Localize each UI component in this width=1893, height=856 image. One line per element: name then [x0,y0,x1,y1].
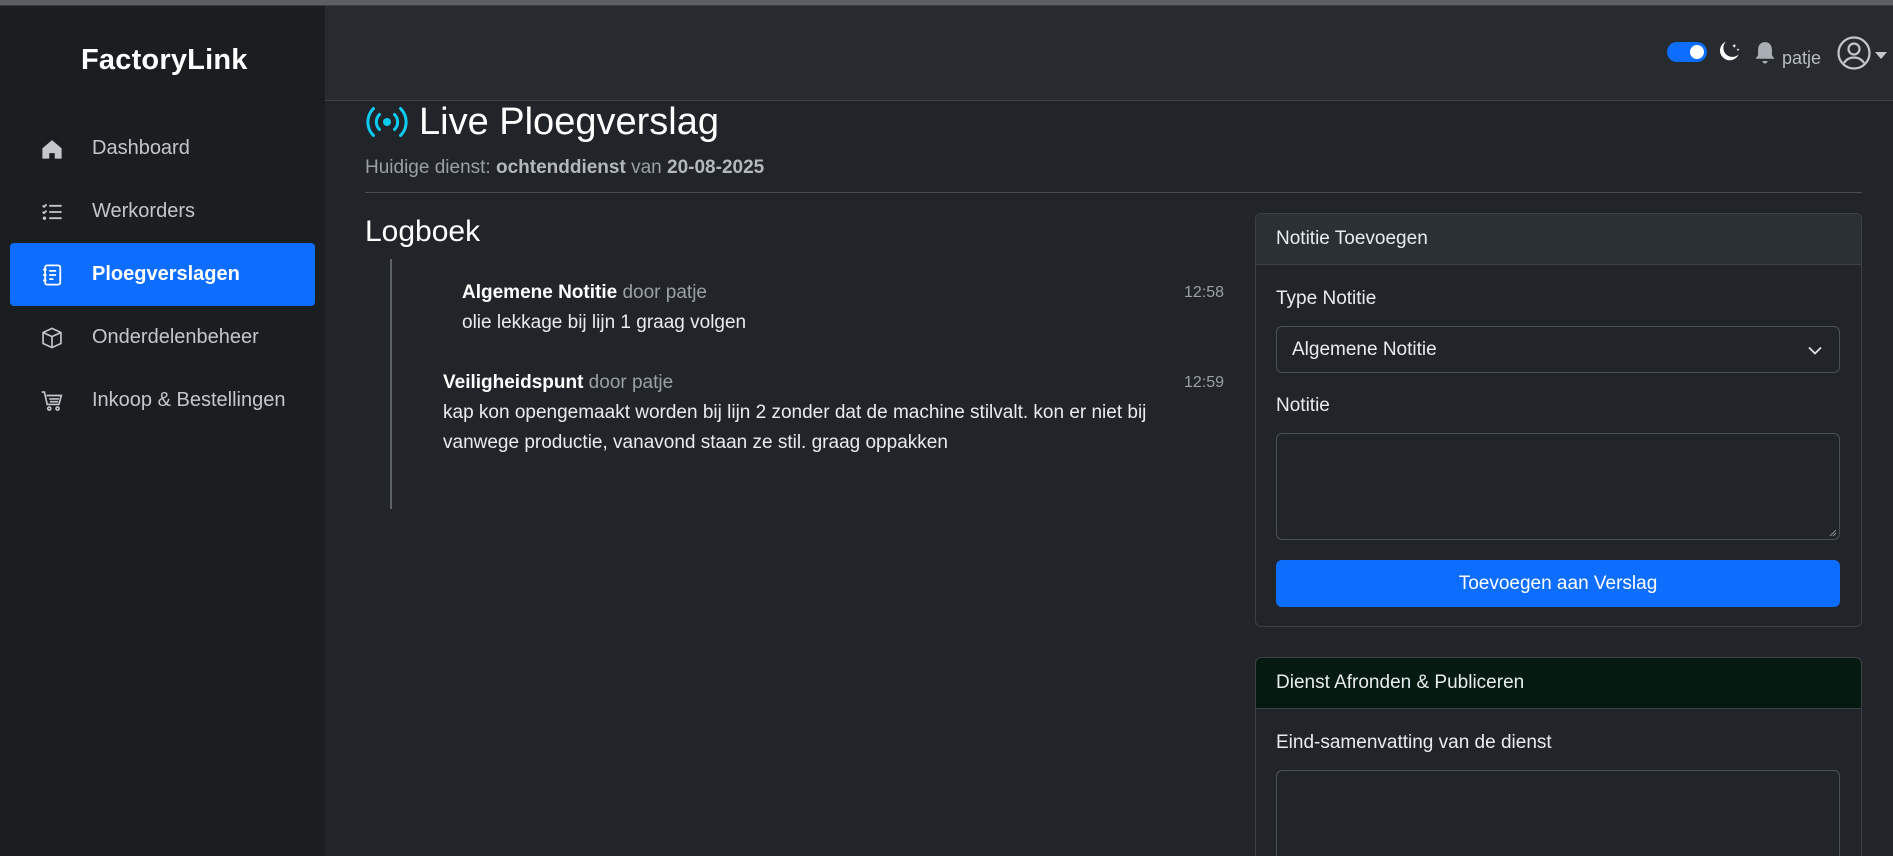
username-label[interactable]: patje [1782,48,1821,69]
sidebar-item-ploegverslagen[interactable]: Ploegverslagen [10,243,315,306]
log-entry: Veiligheidspunt door patje kap kon openg… [443,368,1225,458]
sidebar-item-label: Ploegverslagen [92,263,240,285]
add-note-card-header: Notitie Toevoegen [1256,214,1861,265]
entry-time: 12:58 [1184,284,1225,301]
page-title: Live Ploegverslag [419,101,719,143]
sidebar-item-label: Dashboard [92,137,190,159]
box-icon [40,326,64,350]
brand-logo[interactable]: FactoryLink [81,44,248,77]
broadcast-icon [366,107,408,137]
list-icon [40,200,64,224]
sidebar-item-inkoop[interactable]: Inkoop & Bestellingen [10,369,315,432]
resize-grip-icon[interactable] [1827,527,1837,537]
shift-subtitle: Huidige dienst: ochtenddienst van 20-08-… [365,157,764,179]
cart-icon [40,389,64,413]
entry-text: kap kon opengemaakt worden bij lijn 2 zo… [443,402,1147,423]
user-avatar-icon[interactable] [1837,36,1871,70]
sidebar-item-label: Inkoop & Bestellingen [92,389,286,411]
sidebar-item-label: Werkorders [92,200,195,222]
entry-time: 12:59 [1184,374,1225,391]
entry-type: Algemene Notitie [462,282,618,303]
logboek-title: Logboek [365,215,481,248]
toggle-knob [1690,45,1704,59]
add-note-card: Notitie Toevoegen Type Notitie Algemene … [1255,213,1862,627]
note-textarea[interactable] [1276,433,1840,540]
shift-name: ochtenddienst [495,157,626,178]
summary-label: Eind-samenvatting van de dienst [1276,732,1552,753]
main-content: Live Ploegverslag Huidige dienst: ochten… [325,101,1893,856]
sidebar-item-label: Onderdelenbeheer [92,326,259,348]
home-icon [40,137,64,161]
finish-shift-card-header: Dienst Afronden & Publiceren [1256,658,1861,709]
note-label: Notitie [1276,395,1330,416]
add-to-report-button[interactable]: Toevoegen aan Verslag [1276,560,1840,607]
timeline-line [390,259,392,509]
chevron-down-icon [1808,346,1822,355]
finish-shift-card: Dienst Afronden & Publiceren Eind-samenv… [1255,657,1862,856]
entry-text: vanwege productie, vanavond staan ze sti… [443,432,948,453]
subtitle-prefix: Huidige dienst: [365,157,496,178]
sidebar-nav: Dashboard Werkorders Ploegverslagen Onde… [10,117,315,432]
shift-date: 20-08-2025 [667,157,765,178]
entry-type: Veiligheidspunt [443,372,584,393]
chevron-down-icon[interactable] [1875,52,1887,59]
journal-icon [40,263,64,287]
entry-author: door patje [583,372,674,393]
log-entry: Algemene Notitie door patje olie lekkage… [462,278,1225,338]
note-type-select[interactable]: Algemene Notitie [1276,326,1840,373]
sidebar-item-onderdelenbeheer[interactable]: Onderdelenbeheer [10,306,315,369]
bell-icon[interactable] [1753,40,1777,66]
sidebar: FactoryLink Dashboard Werkorders Ploegve… [0,6,325,856]
summary-textarea[interactable] [1276,770,1840,856]
note-type-value: Algemene Notitie [1292,338,1437,360]
sidebar-item-dashboard[interactable]: Dashboard [10,117,315,180]
entry-text: olie lekkage bij lijn 1 graag volgen [462,312,747,333]
entry-author: door patje [617,282,707,303]
divider [365,192,1862,193]
moon-stars-icon [1720,41,1740,61]
sidebar-item-werkorders[interactable]: Werkorders [10,180,315,243]
subtitle-mid: van [625,157,668,178]
page-title-row: Live Ploegverslag [365,101,719,143]
note-type-label: Type Notitie [1276,288,1377,309]
dark-mode-toggle[interactable] [1667,42,1707,62]
topbar: patje [325,6,1893,101]
